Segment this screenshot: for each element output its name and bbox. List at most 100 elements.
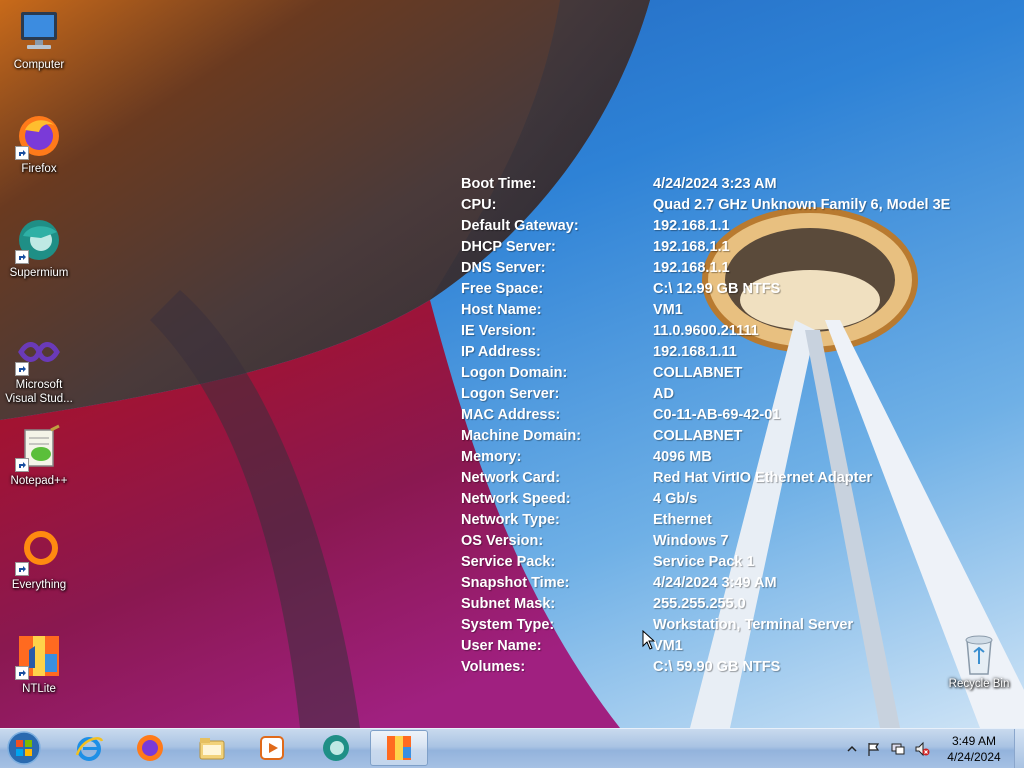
bginfo-row: OS Version: Windows 7 <box>461 531 1001 552</box>
bginfo-panel: Boot Time: 4/24/2024 3:23 AM CPU: Quad 2.7 … <box>461 174 1001 678</box>
bginfo-row: Volumes: C:\ 59.90 GB NTFS <box>461 657 1001 678</box>
desktop-icon-label: Everything <box>11 579 67 591</box>
bginfo-value: 4 Gb/s <box>653 491 698 507</box>
bginfo-row: CPU: Quad 2.7 GHz Unknown Family 6, Model… <box>461 195 1001 216</box>
bginfo-key: Memory: <box>461 449 522 465</box>
bginfo-key: Host Name: <box>461 302 542 318</box>
bginfo-row: Boot Time: 4/24/2024 3:23 AM <box>461 174 1001 195</box>
desktop-icon-recycle-bin[interactable]: Recycle Bin <box>940 630 1018 690</box>
bginfo-value: Windows 7 <box>653 533 729 549</box>
show-desktop-button[interactable] <box>1014 729 1024 768</box>
desktop-icon-supermium[interactable]: Supermium <box>2 216 76 280</box>
bginfo-value: 255.255.255.0 <box>653 596 746 612</box>
bginfo-value: 192.168.1.1 <box>653 218 730 234</box>
bginfo-value: 4096 MB <box>653 449 712 465</box>
taskbar-clock[interactable]: 3:49 AM 4/24/2024 <box>938 733 1010 765</box>
bginfo-key: Boot Time: <box>461 176 537 192</box>
bginfo-key: IE Version: <box>461 323 536 339</box>
bginfo-value: COLLABNET <box>653 428 743 444</box>
bginfo-key: Machine Domain: <box>461 428 582 444</box>
bginfo-key: Logon Domain: <box>461 365 568 381</box>
desktop-icon-label: NTLite <box>22 683 56 695</box>
bginfo-value: Service Pack 1 <box>653 554 755 570</box>
bginfo-row: Logon Domain: COLLABNET <box>461 363 1001 384</box>
shortcut-arrow-icon <box>15 146 29 160</box>
taskbar-ntlite[interactable] <box>370 730 428 766</box>
bginfo-value: 11.0.9600.21111 <box>653 323 759 339</box>
bginfo-row: Snapshot Time: 4/24/2024 3:49 AM <box>461 573 1001 594</box>
shortcut-arrow-icon <box>15 250 29 264</box>
desktop-icon-label: Supermium <box>9 267 69 279</box>
bginfo-row: Subnet Mask: 255.255.255.0 <box>461 594 1001 615</box>
bginfo-key: Free Space: <box>461 281 544 297</box>
bginfo-row: Machine Domain: COLLABNET <box>461 426 1001 447</box>
taskbar-file-explorer[interactable] <box>183 730 241 766</box>
bginfo-row: Logon Server: AD <box>461 384 1001 405</box>
ntlite-icon <box>387 736 411 760</box>
bginfo-key: CPU: <box>461 197 497 213</box>
bginfo-key: IP Address: <box>461 344 541 360</box>
bginfo-value: AD <box>653 386 674 402</box>
bginfo-row: IP Address: 192.168.1.11 <box>461 342 1001 363</box>
bginfo-value: VM1 <box>653 638 683 654</box>
start-button[interactable] <box>4 730 44 766</box>
taskbar-media-player[interactable] <box>243 730 301 766</box>
desktop-icon-label: Notepad++ <box>10 475 68 487</box>
bginfo-row: Network Type: Ethernet <box>461 510 1001 531</box>
clock-date: 4/24/2024 <box>947 750 1001 764</box>
bginfo-key: Network Card: <box>461 470 561 486</box>
bginfo-value: Workstation, Terminal Server <box>653 617 854 633</box>
bginfo-row: Network Card: Red Hat VirtIO Ethernet Ada… <box>461 468 1001 489</box>
desktop-icon-firefox[interactable]: Firefox <box>2 112 76 176</box>
taskbar-internet-explorer[interactable] <box>60 730 118 766</box>
bginfo-key: DNS Server: <box>461 260 546 276</box>
shortcut-arrow-icon <box>15 666 29 680</box>
bginfo-row: IE Version: 11.0.9600.21111 <box>461 321 1001 342</box>
bginfo-value: Ethernet <box>653 512 712 528</box>
bginfo-value: C0-11-AB-69-42-01 <box>653 407 781 423</box>
internet-explorer-icon <box>75 737 104 761</box>
bginfo-key: Service Pack: <box>461 554 556 570</box>
bginfo-row: MAC Address: C0-11-AB-69-42-01 <box>461 405 1001 426</box>
desktop-icon-label: Computer <box>13 59 65 71</box>
bginfo-key: Subnet Mask: <box>461 596 556 612</box>
bginfo-key: User Name: <box>461 638 542 654</box>
desktop-icon-everything[interactable]: Everything <box>2 528 76 592</box>
bginfo-value: COLLABNET <box>653 365 743 381</box>
bginfo-key: OS Version: <box>461 533 544 549</box>
mouse-cursor-icon <box>642 630 656 650</box>
tray-overflow-chevron-icon[interactable] <box>844 741 860 757</box>
desktop-icon-label: Microsoft Visual Stud... <box>5 379 73 405</box>
taskbar-firefox[interactable] <box>121 730 179 766</box>
desktop-icon-ntlite[interactable]: NTLite <box>2 632 76 696</box>
bginfo-key: System Type: <box>461 617 555 633</box>
bginfo-value: C:\ 12.99 GB NTFS <box>653 281 781 297</box>
shortcut-arrow-icon <box>15 458 29 472</box>
bginfo-key: Default Gateway: <box>461 218 579 234</box>
bginfo-key: Network Speed: <box>461 491 571 507</box>
bginfo-key: DHCP Server: <box>461 239 556 255</box>
file-explorer-icon <box>199 738 225 760</box>
taskbar-supermium[interactable] <box>307 730 365 766</box>
desktop-icon-notepadpp[interactable]: Notepad++ <box>2 424 76 488</box>
bginfo-row: DHCP Server: 192.168.1.1 <box>461 237 1001 258</box>
bginfo-row: Service Pack: Service Pack 1 <box>461 552 1001 573</box>
desktop-icon-visual-studio[interactable]: Microsoft Visual Stud... <box>2 328 76 406</box>
bginfo-row: Default Gateway: 192.168.1.1 <box>461 216 1001 237</box>
desktop-icon-computer[interactable]: Computer <box>2 8 76 72</box>
bginfo-row: DNS Server: 192.168.1.1 <box>461 258 1001 279</box>
clock-time: 3:49 AM <box>951 734 997 748</box>
bginfo-row: System Type: Workstation, Terminal Server <box>461 615 1001 636</box>
bginfo-value: Red Hat VirtIO Ethernet Adapter <box>653 470 873 486</box>
bginfo-value: Quad 2.7 GHz Unknown Family 6, Model 3E <box>653 197 951 213</box>
network-icon[interactable] <box>890 741 906 757</box>
supermium-icon <box>323 735 349 761</box>
bginfo-value: 192.168.1.1 <box>653 239 730 255</box>
shortcut-arrow-icon <box>15 562 29 576</box>
bginfo-row: Network Speed: 4 Gb/s <box>461 489 1001 510</box>
shortcut-arrow-icon <box>15 362 29 376</box>
action-center-flag-icon[interactable] <box>866 741 882 757</box>
firefox-icon <box>137 735 163 761</box>
bginfo-key: Volumes: <box>461 659 526 675</box>
volume-muted-icon[interactable] <box>914 741 930 757</box>
